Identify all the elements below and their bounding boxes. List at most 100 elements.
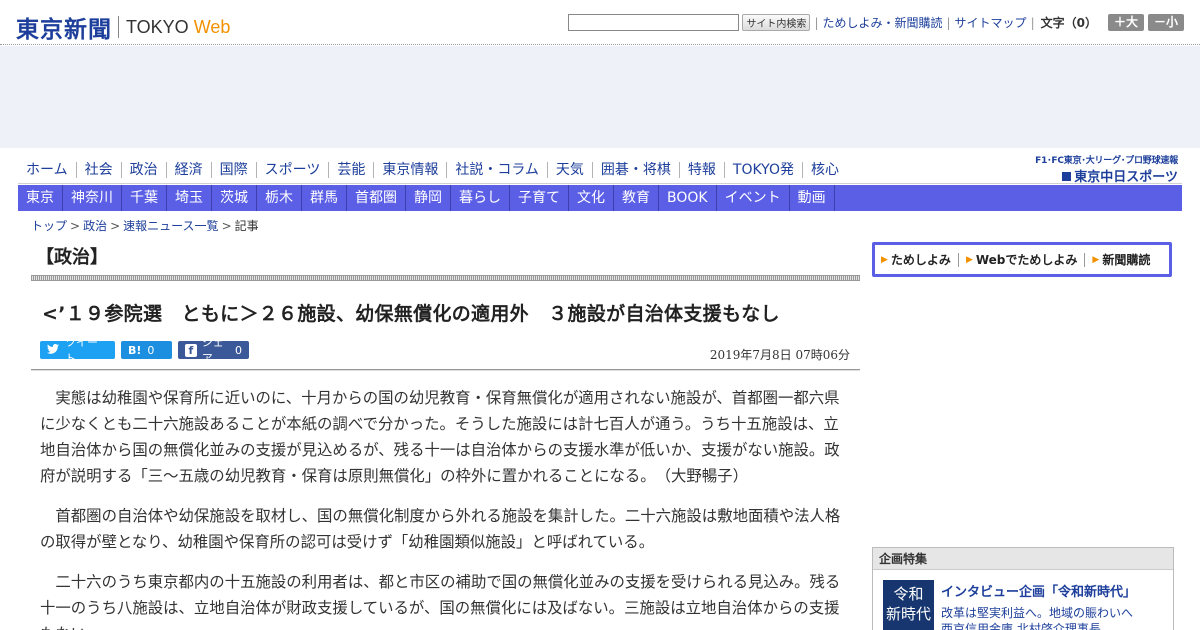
font-bigger-button[interactable]: ＋大 — [1107, 14, 1144, 31]
breadcrumb: トップ > 政治 > 速報ニュース一覧 > 記事 — [31, 217, 259, 234]
web-trial-read-label: Webでためしよみ — [975, 253, 1078, 267]
share-label: シェア — [201, 336, 224, 365]
breadcrumb-separator: > — [70, 219, 81, 233]
feature-heading: 企画特集 — [873, 548, 1173, 570]
logo-divider — [118, 16, 119, 38]
trial-read-link[interactable]: ▶ ためしよみ — [881, 251, 951, 268]
breadcrumb-politics[interactable]: 政治 — [83, 219, 107, 233]
feature-thumb-line2: 新時代 — [885, 605, 931, 623]
regional-nav-item[interactable]: 栃木 — [257, 185, 302, 211]
trial-read-label: ためしよみ — [890, 253, 951, 267]
subscribe-label: 新聞購読 — [1102, 253, 1151, 267]
site-search-input[interactable] — [568, 14, 740, 31]
primary-nav-item[interactable]: 社会 — [75, 162, 121, 178]
regional-nav-item[interactable]: 千葉 — [122, 185, 167, 211]
chunichi-brand: 東京中日スポーツ — [1020, 166, 1178, 185]
logo-web-text: Web — [193, 16, 231, 37]
primary-nav: ホーム 社会 政治 経済 国際 スポーツ 芸能 東京情報 社説・コラム 天気 囲碁・将棋 特報 TOKY… — [18, 158, 847, 182]
regional-nav: 東京 神奈川 千葉 埼玉 茨城 栃木 群馬 首都圏 静岡 暮らし 子育て 文化 教育 BOOK イベント 動画 — [18, 185, 1182, 211]
tweet-button[interactable]: ツイート — [40, 336, 115, 365]
header-divider: | — [946, 15, 951, 30]
chunichi-tagline: F1･FC東京･大リーグ･プロ野球速報 — [1035, 156, 1178, 166]
feature-section: 企画特集 令和 新時代 インタビュー企画「令和新時代」 改革は堅実利益へ。地域の… — [872, 547, 1174, 630]
feature-description: 改革は堅実利益へ。地域の賑わいへ 西京信用金庫 北村啓介理事長 — [941, 605, 1133, 630]
subscription-bar: ▶ ためしよみ ▶ Webでためしよみ ▶ 新聞購読 — [872, 242, 1172, 277]
primary-nav-item[interactable]: 天気 — [546, 162, 592, 178]
site-header: 東京新聞 TOKYO Web サイト内検索 | ためしよみ・新聞購読 | サイト… — [0, 0, 1200, 45]
article-paragraph: 実態は幼稚園や保育所に近いのに、十月からの国の幼児教育・保育無償化が適用されない… — [40, 389, 840, 485]
primary-nav-item[interactable]: 社説・コラム — [446, 162, 547, 178]
regional-nav-item[interactable]: 首都圏 — [347, 185, 406, 211]
primary-nav-item[interactable]: ホーム — [18, 162, 76, 178]
primary-nav-item[interactable]: スポーツ — [255, 162, 329, 178]
regional-nav-item[interactable]: 東京 — [18, 185, 63, 211]
regional-nav-item[interactable]: 群馬 — [302, 185, 347, 211]
web-trial-read-link[interactable]: ▶ Webでためしよみ — [966, 251, 1077, 268]
subscribe-link[interactable]: ▶ 新聞購読 — [1092, 251, 1150, 268]
social-share-bar: ツイート B! 0 f シェア 0 — [40, 336, 255, 365]
subscription-divider — [1084, 252, 1086, 267]
primary-nav-item[interactable]: TOKYO発 — [723, 162, 802, 178]
chunichi-brand-prefix: 東京 — [1074, 170, 1101, 185]
header-utilities: サイト内検索 | ためしよみ・新聞購読 | サイトマップ | 文字（0） ＋大 … — [568, 14, 1184, 31]
primary-nav-item[interactable]: 特報 — [678, 162, 724, 178]
regional-nav-item[interactable]: 神奈川 — [63, 185, 122, 211]
hatena-bookmark-button[interactable]: B! 0 — [121, 341, 172, 359]
primary-nav-item[interactable]: 囲碁・将棋 — [591, 162, 679, 178]
regional-nav-item[interactable]: 動画 — [790, 185, 835, 211]
primary-nav-item[interactable]: 東京情報 — [373, 162, 446, 178]
section-stripe-divider — [31, 275, 860, 281]
article-date: 2019年7月8日 07時06分 — [709, 348, 850, 362]
article-divider — [31, 369, 860, 371]
article-paragraph: 首都圏の自治体や幼保施設を取材し、国の無償化制度から外れる施設を集計した。二十六… — [40, 507, 841, 551]
primary-nav-item[interactable]: 芸能 — [328, 162, 373, 178]
breadcrumb-separator: > — [221, 219, 232, 233]
header-divider: | — [1030, 15, 1035, 30]
regional-nav-item[interactable]: 教育 — [614, 185, 659, 211]
trial-subscribe-link[interactable]: ためしよみ・新聞購読 — [822, 14, 942, 31]
site-logo[interactable]: 東京新聞 TOKYO Web — [16, 10, 230, 44]
facebook-share-button[interactable]: f シェア 0 — [178, 336, 249, 365]
primary-nav-item[interactable]: 経済 — [165, 162, 211, 178]
breadcrumb-current: 記事 — [234, 219, 259, 233]
regional-nav-item[interactable]: イベント — [717, 185, 790, 211]
chunichi-mark-icon — [1062, 172, 1072, 181]
section-title: 【政治】 — [36, 247, 108, 268]
font-smaller-button[interactable]: －小 — [1147, 14, 1184, 31]
feature-thumbnail[interactable]: 令和 新時代 — [883, 580, 934, 630]
primary-nav-item[interactable]: 核心 — [801, 162, 847, 178]
chunichi-sports-banner[interactable]: F1･FC東京･大リーグ･プロ野球速報 東京中日スポーツ — [1020, 153, 1178, 185]
site-search-button[interactable]: サイト内検索 — [742, 14, 811, 31]
primary-nav-item[interactable]: 国際 — [210, 162, 256, 178]
regional-nav-item[interactable]: 文化 — [569, 185, 614, 211]
chunichi-brand-name: 中日スポーツ — [1100, 170, 1178, 185]
regional-nav-item[interactable]: 子育て — [510, 185, 569, 211]
regional-nav-item[interactable]: 茨城 — [212, 185, 257, 211]
primary-nav-item[interactable]: 政治 — [120, 162, 166, 178]
logo-jp-text: 東京新聞 — [16, 16, 112, 43]
arrow-right-icon: ▶ — [965, 254, 973, 265]
regional-nav-item[interactable]: 暮らし — [451, 185, 510, 211]
logo-en-text: TOKYO — [126, 16, 189, 37]
facebook-icon: f — [185, 343, 197, 357]
header-divider: | — [814, 15, 819, 30]
sitemap-link[interactable]: サイトマップ — [955, 14, 1027, 31]
feature-desc-line2: 西京信用金庫 北村啓介理事長 — [941, 622, 1101, 630]
article-body: 実態は幼稚園や保育所に近いのに、十月からの国の幼児教育・保育無償化が適用されない… — [40, 385, 842, 630]
breadcrumb-news-list[interactable]: 速報ニュース一覧 — [123, 219, 218, 233]
regional-nav-item[interactable]: 埼玉 — [167, 185, 212, 211]
regional-nav-item[interactable]: 静岡 — [406, 185, 451, 211]
twitter-bird-icon — [47, 343, 59, 357]
feature-title-link[interactable]: インタビュー企画「令和新時代」 — [941, 581, 1136, 600]
tweet-label: ツイート — [65, 336, 98, 365]
breadcrumb-top[interactable]: トップ — [31, 219, 67, 233]
feature-thumb-line1: 令和 — [893, 585, 924, 603]
hatena-count: 0 — [147, 343, 155, 357]
share-count: 0 — [235, 343, 242, 357]
article-paragraph: 二十六のうち東京都内の十五施設の利用者は、都と市区の補助で国の無償化並みの支援を… — [40, 573, 841, 630]
font-size-label: 文字（0） — [1040, 16, 1097, 30]
breadcrumb-separator: > — [110, 219, 121, 233]
regional-nav-item[interactable]: BOOK — [659, 185, 717, 211]
article-headline: <’１９参院選 ともに＞２６施設、幼保無償化の適用外 ３施設が自治体支援もなし — [42, 303, 780, 325]
feature-desc-line1: 改革は堅実利益へ。地域の賑わいへ — [941, 606, 1134, 620]
